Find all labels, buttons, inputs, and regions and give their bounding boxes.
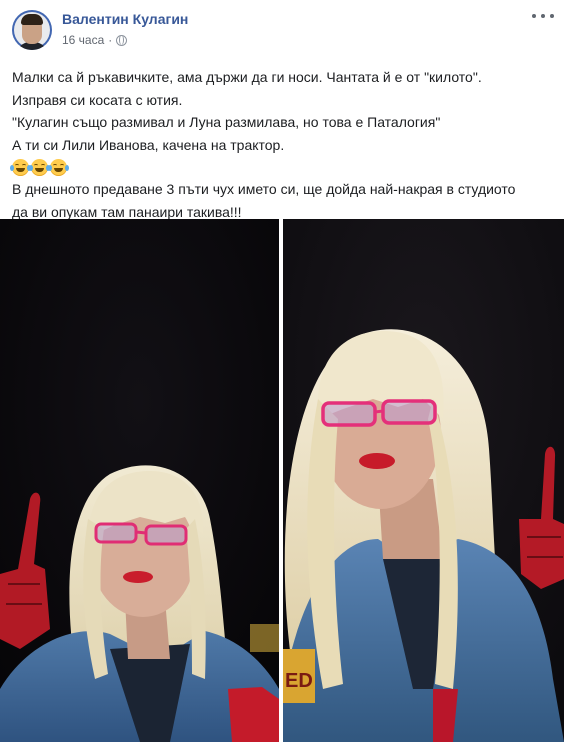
photo-right[interactable]: ED — [283, 219, 564, 742]
emoji-row — [10, 156, 552, 178]
avatar[interactable] — [12, 10, 52, 50]
face-with-tears-of-joy-emoji — [48, 158, 69, 176]
face-with-tears-of-joy-emoji — [10, 158, 31, 176]
post-line: Изправя си косата с ютия. — [12, 91, 183, 108]
photo-left[interactable] — [0, 219, 279, 742]
more-options-icon[interactable] — [532, 8, 554, 24]
globe-icon[interactable] — [116, 34, 128, 46]
tv-logo-text: ED — [285, 670, 313, 692]
post-line: А ти си Лили Иванова, качена на трактор. — [12, 136, 285, 153]
tv-screenshot-photo: ED — [283, 219, 564, 742]
photo-grid: ED — [0, 219, 564, 742]
post-line: "Кулагин също размивал и Луна размилава,… — [12, 114, 441, 130]
author-name[interactable]: Валентин Кулагин — [62, 11, 188, 27]
post-meta: 16 часа · — [62, 33, 128, 47]
face-with-tears-of-joy-emoji — [29, 158, 50, 176]
tv-screenshot-photo — [0, 219, 279, 742]
post-text: Малки са й ръкавичките, ама държи да ги … — [10, 66, 552, 223]
meta-separator: · — [108, 33, 113, 47]
post-line: Малки са й ръкавичките, ама държи да ги … — [12, 69, 482, 85]
post-line: В днешното предаване 3 пъти чух името си… — [12, 181, 516, 197]
post-header: Валентин Кулагин 16 часа · — [0, 0, 564, 60]
post-timestamp[interactable]: 16 часа — [62, 33, 104, 47]
